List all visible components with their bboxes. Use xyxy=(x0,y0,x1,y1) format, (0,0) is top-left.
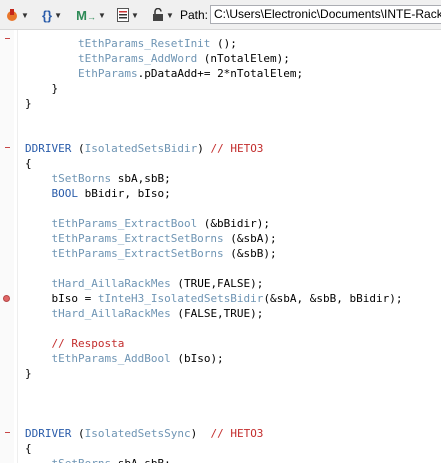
bookmark-icon xyxy=(5,8,19,22)
gutter-divider xyxy=(17,30,18,463)
code-line[interactable]: tHard_AillaRackMes (FALSE,TRUE); xyxy=(25,306,263,321)
code-token: (bIso); xyxy=(170,352,224,365)
code-line[interactable]: } xyxy=(25,366,32,381)
code-token: { xyxy=(25,157,32,170)
path-field[interactable]: C:\Users\Electronic\Documents\INTE-Rack-… xyxy=(210,5,441,24)
code-token: (); xyxy=(210,37,237,50)
code-token: { xyxy=(25,442,32,455)
toolbar: ▼ {} ▼ M→ ▼ ▼ ▼ Path: C:\Users\Electroni… xyxy=(0,0,441,30)
braces-icon: {} xyxy=(41,7,53,23)
code-token: } xyxy=(25,82,59,95)
code-token: // Resposta xyxy=(25,337,125,350)
code-token: tInteH3_IsolatedSetsBidir xyxy=(97,292,264,305)
code-token: BOOL xyxy=(25,187,78,200)
lock-button[interactable]: ▼ xyxy=(150,5,176,25)
code-token: tSetBorns xyxy=(25,457,111,463)
code-editor[interactable]: tEthParams_ResetInit (); tEthParams_AddW… xyxy=(0,30,441,463)
fold-marker[interactable] xyxy=(5,147,10,148)
code-token: (&sbB); xyxy=(223,247,277,260)
code-token: EthParams xyxy=(25,67,138,80)
code-token: tSetBorns xyxy=(25,172,112,185)
document-list-icon xyxy=(117,8,130,22)
code-line[interactable]: // Resposta xyxy=(25,336,124,351)
code-line[interactable]: tSetBorns sbA,sbB; xyxy=(25,171,171,186)
code-token: (&sbA); xyxy=(223,232,277,245)
chevron-down-icon: ▼ xyxy=(166,10,174,20)
code-line[interactable]: BOOL bBidir, bIso; xyxy=(25,186,171,201)
editor-gutter[interactable] xyxy=(0,30,14,463)
code-token: tEthParams_ResetInit xyxy=(25,37,211,50)
code-line[interactable]: DDRIVER (IsolatedSetsBidir) // HETO3 xyxy=(25,141,263,156)
fold-marker[interactable] xyxy=(5,38,10,39)
code-token: // HETO3 xyxy=(210,142,264,155)
code-token: } xyxy=(25,97,32,110)
chevron-down-icon: ▼ xyxy=(21,10,29,20)
code-token: tEthParams_ExtractBool xyxy=(25,217,198,230)
code-line[interactable]: { xyxy=(25,441,32,456)
code-line[interactable]: DDRIVER (IsolatedSetsSync) // HETO3 xyxy=(25,426,263,441)
chevron-down-icon: ▼ xyxy=(54,10,63,20)
path-label: Path: xyxy=(180,8,209,22)
code-token: (nTotalElem); xyxy=(197,52,290,65)
code-token: tEthParams_ExtractSetBorns xyxy=(25,232,224,245)
code-line[interactable]: tHard_AillaRackMes (TRUE,FALSE); xyxy=(25,276,263,291)
code-line[interactable]: } xyxy=(25,81,58,96)
fold-marker[interactable] xyxy=(5,432,10,433)
code-line[interactable]: tEthParams_AddWord (nTotalElem); xyxy=(25,51,290,66)
bookmark-button[interactable]: ▼ xyxy=(4,5,30,25)
chevron-down-icon: ▼ xyxy=(131,10,139,20)
breakpoint-marker[interactable] xyxy=(3,295,10,302)
code-line[interactable]: { xyxy=(25,156,32,171)
code-token: IsolatedSetsSync xyxy=(84,427,191,440)
code-token: tEthParams_ExtractSetBorns xyxy=(25,247,224,260)
code-token: tHard_AillaRackMes xyxy=(25,277,171,290)
code-line[interactable]: bIso = tInteH3_IsolatedSetsBidir(&sbA, &… xyxy=(25,291,403,306)
code-token: .pDataAdd+= 2*nTotalElem; xyxy=(137,67,304,80)
braces-button[interactable]: {} ▼ xyxy=(38,5,66,25)
code-line[interactable]: tEthParams_ResetInit (); xyxy=(25,36,237,51)
chevron-down-icon: ▼ xyxy=(97,10,106,20)
code-token: sbA,sbB; xyxy=(111,457,171,463)
code-token: bBidir, bIso; xyxy=(77,187,171,200)
m-arrow-button[interactable]: M→ ▼ xyxy=(76,5,106,25)
code-token: IsolatedSetsBidir xyxy=(84,142,198,155)
lock-icon xyxy=(152,7,164,22)
code-line[interactable]: tEthParams_ExtractSetBorns (&sbA); xyxy=(25,231,277,246)
code-token: (FALSE,TRUE); xyxy=(170,307,264,320)
document-list-button[interactable]: ▼ xyxy=(114,5,142,25)
code-line[interactable]: tSetBorns sbA,sbB; xyxy=(25,456,171,463)
code-line[interactable]: tEthParams_AddBool (bIso); xyxy=(25,351,224,366)
code-token: tEthParams_AddBool xyxy=(25,352,171,365)
code-line[interactable]: tEthParams_ExtractSetBorns (&sbB); xyxy=(25,246,277,261)
code-token: (TRUE,FALSE); xyxy=(170,277,264,290)
m-arrow-icon: M→ xyxy=(76,7,96,23)
code-token: ) xyxy=(197,142,211,155)
code-token: ) xyxy=(190,427,211,440)
code-line[interactable]: tEthParams_ExtractBool (&bBidir); xyxy=(25,216,270,231)
code-token: bIso = xyxy=(25,292,98,305)
code-token: tEthParams_AddWord xyxy=(25,52,198,65)
code-token: (&bBidir); xyxy=(197,217,271,230)
code-token: (&sbA, &sbB, bBidir); xyxy=(263,292,403,305)
code-token: DDRIVER xyxy=(25,142,72,155)
code-token: tHard_AillaRackMes xyxy=(25,307,171,320)
code-token: ( xyxy=(71,142,85,155)
code-token: DDRIVER xyxy=(25,427,72,440)
code-token: sbA,sbB; xyxy=(111,172,171,185)
code-line[interactable]: EthParams.pDataAdd+= 2*nTotalElem; xyxy=(25,66,303,81)
code-token: ( xyxy=(71,427,85,440)
code-line[interactable]: } xyxy=(25,96,32,111)
code-token: // HETO3 xyxy=(210,427,264,440)
code-token: } xyxy=(25,367,32,380)
